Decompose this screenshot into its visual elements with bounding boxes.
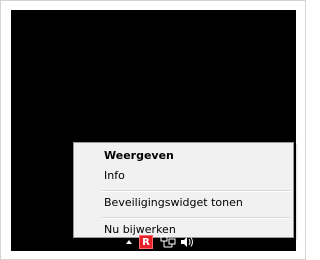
system-tray: R bbox=[11, 233, 296, 251]
tray-context-menu: Weergeven Info Beveiligingswidget tonen … bbox=[73, 142, 294, 238]
menu-separator bbox=[102, 217, 290, 219]
show-hidden-icons-arrow-icon[interactable] bbox=[124, 233, 134, 251]
menu-item-weergeven[interactable]: Weergeven bbox=[104, 149, 174, 163]
network-icon[interactable] bbox=[159, 233, 177, 251]
menu-item-info[interactable]: Info bbox=[104, 169, 125, 183]
security-app-icon[interactable]: R bbox=[138, 233, 154, 251]
menu-item-beveiligingswidget-tonen[interactable]: Beveiligingswidget tonen bbox=[104, 196, 243, 210]
menu-separator bbox=[102, 190, 290, 192]
desktop-area: Weergeven Info Beveiligingswidget tonen … bbox=[11, 10, 296, 251]
volume-icon[interactable] bbox=[179, 233, 195, 251]
